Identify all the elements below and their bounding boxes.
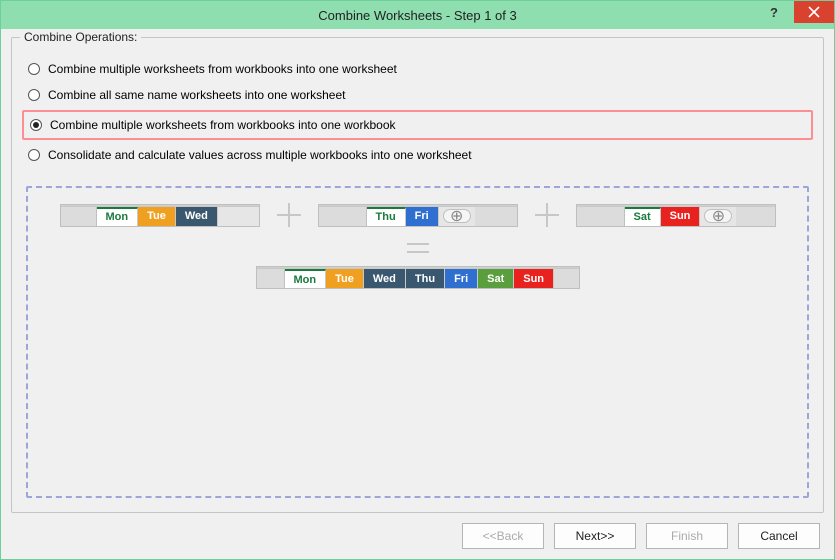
grid-icon <box>257 267 579 268</box>
sheet-tab-thu: Thu <box>367 207 406 226</box>
sheet-tab-mon: Mon <box>285 269 327 288</box>
preview-area: Mon Tue Wed Thu Fri <box>26 186 809 498</box>
preview-top-row: Mon Tue Wed Thu Fri <box>48 200 787 230</box>
operations-group: Combine Operations: Combine multiple wor… <box>11 37 824 513</box>
grid-icon <box>577 205 775 206</box>
tab-spacer <box>475 207 517 226</box>
option-combine-into-one-worksheet[interactable]: Combine multiple worksheets from workboo… <box>26 56 809 82</box>
sheet-tab-fri: Fri <box>445 269 478 288</box>
sheet-tab-wed: Wed <box>364 269 406 288</box>
sheet-tab-wed: Wed <box>176 207 218 226</box>
workbook-preview-3: Sat Sun ⊕ <box>576 204 776 227</box>
tab-spacer <box>577 207 625 226</box>
dialog-window: Combine Worksheets - Step 1 of 3 ? Combi… <box>0 0 835 560</box>
tabs-row: Sat Sun ⊕ <box>577 206 775 226</box>
close-button[interactable] <box>794 1 834 23</box>
workbook-preview-1: Mon Tue Wed <box>60 204 260 227</box>
grid-icon <box>319 205 517 206</box>
window-title: Combine Worksheets - Step 1 of 3 <box>1 8 834 23</box>
tab-spacer <box>736 207 774 226</box>
workbook-preview-result: Mon Tue Wed Thu Fri Sat Sun <box>256 266 580 289</box>
tabs-row: Mon Tue Wed Thu Fri Sat Sun <box>257 268 579 288</box>
tab-spacer <box>554 269 578 288</box>
option-label: Consolidate and calculate values across … <box>48 148 472 162</box>
tab-spacer <box>257 269 285 288</box>
radio-icon <box>28 89 40 101</box>
grid-icon <box>61 205 259 206</box>
option-label: Combine multiple worksheets from workboo… <box>50 118 396 132</box>
button-row: <<Back Next>> Finish Cancel <box>11 513 824 549</box>
radio-icon <box>30 119 42 131</box>
group-legend: Combine Operations: <box>20 30 141 44</box>
plus-icon <box>532 200 562 230</box>
window-controls: ? <box>754 1 834 29</box>
option-label: Combine multiple worksheets from workboo… <box>48 62 397 76</box>
sheet-tab-tue: Tue <box>138 207 176 226</box>
option-combine-into-one-workbook[interactable]: Combine multiple worksheets from workboo… <box>22 110 813 140</box>
content-area: Combine Operations: Combine multiple wor… <box>1 29 834 559</box>
radio-icon <box>28 63 40 75</box>
sheet-tab-thu: Thu <box>406 269 445 288</box>
option-combine-same-name[interactable]: Combine all same name worksheets into on… <box>26 82 809 108</box>
sheet-tab-sun: Sun <box>514 269 554 288</box>
option-label: Combine all same name worksheets into on… <box>48 88 345 102</box>
tabs-row: Thu Fri ⊕ <box>319 206 517 226</box>
sheet-tab-fri: Fri <box>406 207 439 226</box>
tab-spacer <box>61 207 97 226</box>
new-sheet-icon: ⊕ <box>443 209 471 223</box>
help-button[interactable]: ? <box>754 1 794 23</box>
cancel-button[interactable]: Cancel <box>738 523 820 549</box>
tabs-row: Mon Tue Wed <box>61 206 259 226</box>
new-sheet-icon: ⊕ <box>704 209 732 223</box>
equals-icon <box>403 238 433 258</box>
titlebar: Combine Worksheets - Step 1 of 3 ? <box>1 1 834 29</box>
sheet-tab-sun: Sun <box>661 207 701 226</box>
sheet-tab-sat: Sat <box>478 269 514 288</box>
plus-icon <box>274 200 304 230</box>
option-consolidate-calculate[interactable]: Consolidate and calculate values across … <box>26 142 809 168</box>
sheet-tab-sat: Sat <box>625 207 661 226</box>
workbook-preview-2: Thu Fri ⊕ <box>318 204 518 227</box>
next-button[interactable]: Next>> <box>554 523 636 549</box>
back-button[interactable]: <<Back <box>462 523 544 549</box>
sheet-tab-tue: Tue <box>326 269 364 288</box>
sheet-tab-mon: Mon <box>97 207 139 226</box>
tab-spacer <box>319 207 367 226</box>
finish-button[interactable]: Finish <box>646 523 728 549</box>
radio-icon <box>28 149 40 161</box>
